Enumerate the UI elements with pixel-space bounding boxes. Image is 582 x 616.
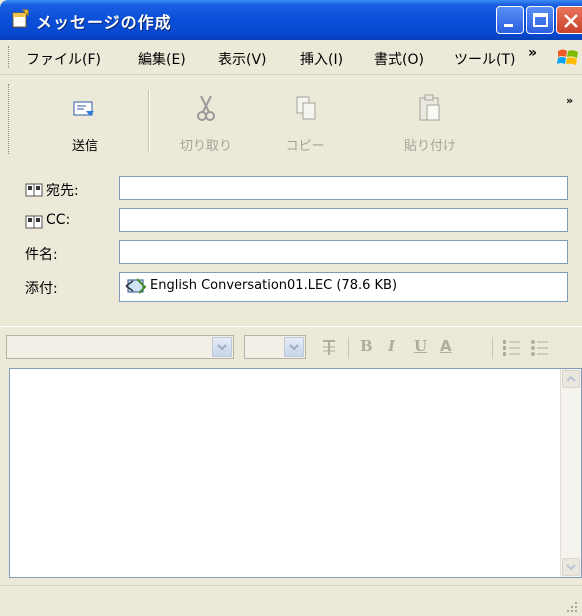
menu-grip[interactable] bbox=[8, 46, 12, 68]
format-separator bbox=[348, 337, 349, 359]
paste-button[interactable]: 貼り付け bbox=[380, 76, 480, 160]
font-name-select[interactable] bbox=[6, 335, 234, 359]
address-book-icon[interactable] bbox=[25, 183, 43, 197]
chevron-up-icon bbox=[566, 375, 576, 382]
new-message-icon bbox=[12, 9, 29, 28]
to-row: 宛先: bbox=[0, 174, 582, 204]
title-bar[interactable]: メッセージの作成 bbox=[0, 0, 582, 40]
minimize-icon bbox=[504, 24, 513, 27]
menu-tools[interactable]: ツール(T) bbox=[454, 49, 515, 69]
menu-view[interactable]: 表示(V) bbox=[218, 49, 267, 69]
send-icon bbox=[73, 101, 94, 116]
send-label: 送信 bbox=[71, 139, 98, 154]
menu-format[interactable]: 書式(O) bbox=[374, 49, 424, 69]
font-color-button[interactable]: A bbox=[440, 337, 452, 355]
address-book-icon[interactable] bbox=[25, 215, 43, 229]
format-separator bbox=[492, 337, 493, 359]
copy-button[interactable]: コピー bbox=[270, 76, 340, 160]
subject-label: 件名: bbox=[25, 247, 58, 263]
copy-label: コピー bbox=[285, 139, 325, 154]
cc-label[interactable]: CC: bbox=[46, 212, 70, 228]
toolbar-more-chevron[interactable]: » bbox=[566, 94, 573, 107]
cut-label: 切り取り bbox=[179, 139, 232, 154]
bullet-list-icon[interactable] bbox=[530, 339, 550, 357]
menu-file[interactable]: ファイル(F) bbox=[26, 49, 101, 69]
message-body[interactable] bbox=[9, 368, 582, 578]
attach-label: 添付: bbox=[25, 281, 58, 297]
paste-icon bbox=[419, 94, 440, 121]
toolbar-grip[interactable] bbox=[8, 84, 12, 154]
vertical-scrollbar[interactable] bbox=[560, 369, 581, 577]
menu-bar: ファイル(F) 編集(E) 表示(V) 挿入(I) 書式(O) ツール(T) » bbox=[0, 40, 582, 75]
numbered-list-icon[interactable] bbox=[502, 339, 522, 357]
window-title: メッセージの作成 bbox=[36, 13, 172, 32]
scroll-up-button[interactable] bbox=[562, 370, 580, 388]
italic-button[interactable]: I bbox=[388, 337, 395, 355]
formatting-toolbar: B I U A bbox=[0, 326, 582, 367]
attachment-name[interactable]: English Conversation01.LEC (78.6 KB) bbox=[150, 278, 397, 293]
maximize-icon bbox=[533, 13, 548, 27]
windows-logo-icon bbox=[557, 49, 578, 65]
cc-row: CC: bbox=[0, 206, 582, 236]
cc-field[interactable] bbox=[119, 208, 568, 232]
to-field[interactable] bbox=[119, 176, 568, 200]
menu-insert[interactable]: 挿入(I) bbox=[300, 49, 343, 69]
scroll-down-button[interactable] bbox=[562, 558, 580, 576]
menu-more-chevron[interactable]: » bbox=[528, 45, 537, 61]
close-icon bbox=[564, 14, 578, 28]
resize-grip-icon[interactable] bbox=[566, 601, 578, 613]
underline-button[interactable]: U bbox=[414, 337, 427, 355]
chevron-down-icon[interactable] bbox=[212, 337, 232, 357]
compose-window: メッセージの作成 ファイル(F) 編集(E) 表示(V) 挿入(I) 書式(O)… bbox=[0, 0, 582, 616]
minimize-button[interactable] bbox=[496, 6, 524, 34]
attachment-icon bbox=[125, 278, 147, 294]
font-size-select[interactable] bbox=[244, 335, 306, 359]
paragraph-icon[interactable] bbox=[320, 338, 340, 358]
message-body-text[interactable] bbox=[14, 373, 557, 573]
chevron-down-icon[interactable] bbox=[284, 337, 304, 357]
toolbar-separator bbox=[148, 90, 150, 152]
attach-field[interactable]: English Conversation01.LEC (78.6 KB) bbox=[119, 272, 568, 302]
to-label[interactable]: 宛先: bbox=[46, 180, 79, 200]
subject-row: 件名: bbox=[0, 238, 582, 268]
paste-label: 貼り付け bbox=[403, 139, 456, 154]
message-header: 宛先: CC: 件名: 添付: English Conversation01.L… bbox=[0, 160, 582, 320]
status-bar bbox=[0, 585, 582, 616]
menu-edit[interactable]: 編集(E) bbox=[138, 49, 186, 69]
send-button[interactable]: 送信 bbox=[40, 76, 130, 160]
attach-row: 添付: English Conversation01.LEC (78.6 KB) bbox=[0, 268, 582, 304]
copy-icon bbox=[296, 96, 316, 120]
scissors-icon bbox=[197, 95, 215, 121]
chevron-down-icon bbox=[566, 564, 576, 571]
toolbar: 送信 切り取り コピー 貼り付け » bbox=[0, 76, 582, 161]
subject-field[interactable] bbox=[119, 240, 568, 264]
bold-button[interactable]: B bbox=[360, 337, 373, 355]
maximize-button[interactable] bbox=[526, 6, 554, 34]
close-button[interactable] bbox=[556, 6, 582, 34]
cut-button[interactable]: 切り取り bbox=[166, 76, 246, 160]
